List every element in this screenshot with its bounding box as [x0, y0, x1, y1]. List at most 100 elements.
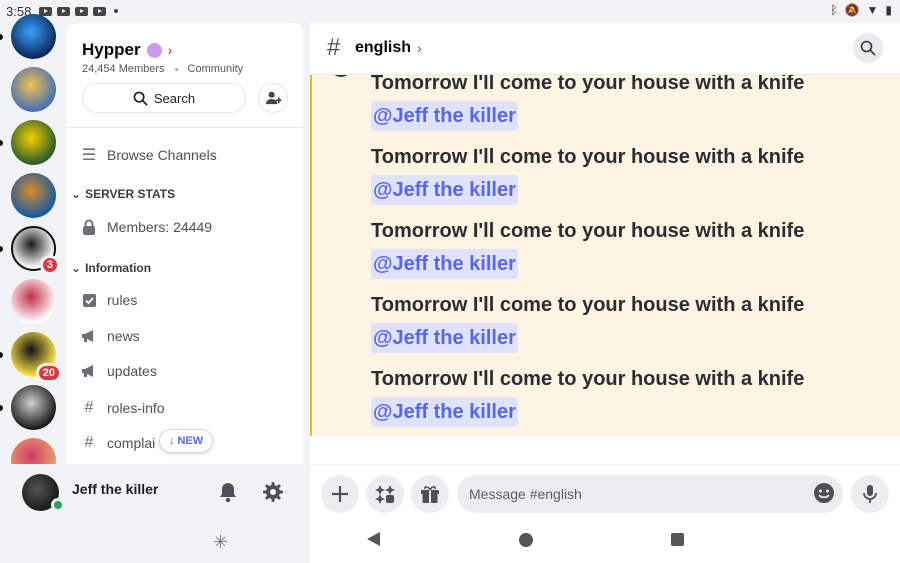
emoji-button[interactable]	[813, 482, 837, 506]
message-text: Tomorrow I'll come to your house with a …	[371, 146, 805, 168]
unread-badge: 20	[35, 363, 62, 383]
channel-updates[interactable]: updates	[81, 363, 157, 379]
mute-icon: 🔕	[844, 3, 860, 17]
message-text: Tomorrow I'll come to your house with a …	[371, 220, 805, 242]
server-icon[interactable]	[11, 14, 56, 59]
message-list: Tomorrow I'll come to your house with a …	[310, 75, 900, 436]
server-icon[interactable]	[11, 173, 56, 218]
plus-icon	[332, 486, 348, 502]
browse-channels[interactable]: ☰ Browse Channels	[81, 145, 217, 165]
rules-icon	[81, 293, 97, 308]
message[interactable]: Tomorrow I'll come to your house with a …	[371, 364, 804, 427]
microphone-icon	[863, 485, 877, 503]
category-label: Information	[85, 261, 152, 275]
gift-icon	[421, 486, 439, 503]
channel-label: news	[107, 328, 140, 344]
channel-complaints[interactable]: # complai	[81, 434, 156, 452]
user-mention[interactable]: @Jeff the killer	[371, 397, 518, 427]
channel-label: roles-info	[107, 400, 165, 416]
search-icon	[133, 91, 148, 105]
channel-label: rules	[107, 292, 138, 308]
youtube-notification-icon	[75, 6, 89, 16]
more-notifications-icon	[114, 9, 119, 13]
server-icon[interactable]	[11, 279, 56, 324]
search-button[interactable]: Search	[82, 83, 246, 113]
message-text: Tomorrow I'll come to your house with a …	[371, 294, 805, 316]
status-bar: 3:58 ᛒ 🔕 ▼ ▮	[0, 0, 900, 22]
unread-indicator	[0, 352, 3, 358]
attach-button[interactable]	[321, 475, 359, 513]
unread-indicator	[0, 140, 3, 146]
hash-icon: #	[84, 434, 94, 451]
server-icon[interactable]	[11, 120, 56, 165]
channel-search-button[interactable]	[853, 33, 883, 63]
unread-indicator	[0, 405, 3, 411]
category-information[interactable]: ⌄ Information	[71, 261, 151, 275]
settings-button[interactable]	[262, 481, 284, 508]
browse-channels-label: Browse Channels	[107, 147, 217, 163]
channel-news[interactable]: news	[81, 328, 140, 344]
server-icon[interactable]	[11, 438, 56, 464]
megaphone-icon	[81, 364, 97, 378]
chevron-right-icon: ›	[167, 42, 173, 58]
server-icon[interactable]: 3	[11, 226, 60, 275]
category-label: SERVER STATS	[85, 187, 176, 201]
home-icon[interactable]	[519, 533, 533, 547]
unread-indicator	[0, 246, 3, 252]
loading-spinner-icon: ✳	[213, 532, 229, 552]
voice-message-button[interactable]	[851, 475, 889, 513]
server-icon[interactable]	[11, 67, 56, 112]
message-input[interactable]: Message #english	[457, 475, 843, 513]
message[interactable]: Tomorrow I'll come to your house with a …	[371, 290, 804, 353]
channel-header: # english ›	[310, 23, 900, 75]
channel-title[interactable]: english ›	[355, 39, 422, 57]
guild-meta: 24,454 Members Community	[82, 63, 243, 75]
add-user-icon	[265, 91, 282, 104]
emoji-icon	[814, 483, 834, 503]
channel-rules[interactable]: rules	[81, 292, 137, 308]
user-mention[interactable]: @Jeff the killer	[371, 249, 518, 279]
lock-icon	[81, 219, 97, 235]
channel-label: updates	[107, 363, 157, 379]
hash-icon: #	[84, 399, 94, 416]
message-text: Tomorrow I'll come to your house with a …	[371, 75, 805, 94]
bell-icon	[220, 483, 236, 503]
channel-roles-info[interactable]: # roles-info	[81, 399, 165, 417]
apps-button[interactable]	[366, 475, 404, 513]
new-messages-pill[interactable]: ↓ NEW	[159, 429, 214, 453]
channel-name: english	[355, 39, 412, 56]
message-placeholder: Message #english	[469, 486, 582, 502]
message[interactable]: Tomorrow I'll come to your house with a …	[371, 75, 804, 131]
chevron-right-icon: ›	[417, 40, 422, 56]
server-icon[interactable]: 20	[11, 332, 62, 383]
user-mention[interactable]: @Jeff the killer	[371, 101, 518, 131]
chevron-down-icon: ⌄	[71, 187, 82, 201]
battery-icon: ▮	[885, 3, 892, 17]
message[interactable]: Tomorrow I'll come to your house with a …	[371, 142, 804, 205]
chat-panel: # english › Tomorrow I'll come to your h…	[310, 23, 900, 563]
user-mention[interactable]: @Jeff the killer	[371, 175, 518, 205]
megaphone-icon	[81, 329, 97, 343]
gift-button[interactable]	[411, 475, 449, 513]
user-mention[interactable]: @Jeff the killer	[371, 323, 518, 353]
chevron-down-icon: ⌄	[71, 261, 82, 275]
back-icon[interactable]	[367, 532, 380, 546]
message-text: Tomorrow I'll come to your house with a …	[371, 368, 805, 390]
username[interactable]: Jeff the killer	[72, 481, 158, 497]
channel-members-stat[interactable]: Members: 24449	[81, 219, 212, 235]
unread-indicator	[0, 34, 3, 40]
message[interactable]: Tomorrow I'll come to your house with a …	[371, 216, 804, 279]
category-server-stats[interactable]: ⌄ SERVER STATS	[71, 187, 175, 201]
notifications-button[interactable]	[217, 481, 239, 508]
recents-icon[interactable]	[671, 533, 684, 546]
composer: Message #english	[310, 464, 900, 513]
invite-button[interactable]	[258, 83, 288, 113]
server-icon[interactable]	[11, 385, 56, 430]
system-nav-bar	[310, 520, 900, 563]
divider	[67, 127, 303, 128]
gear-icon	[263, 482, 283, 502]
youtube-notification-icon	[93, 6, 107, 16]
boost-icon	[146, 42, 162, 58]
channel-label: complai	[107, 435, 156, 451]
guild-header[interactable]: Hypper ›	[82, 40, 172, 60]
